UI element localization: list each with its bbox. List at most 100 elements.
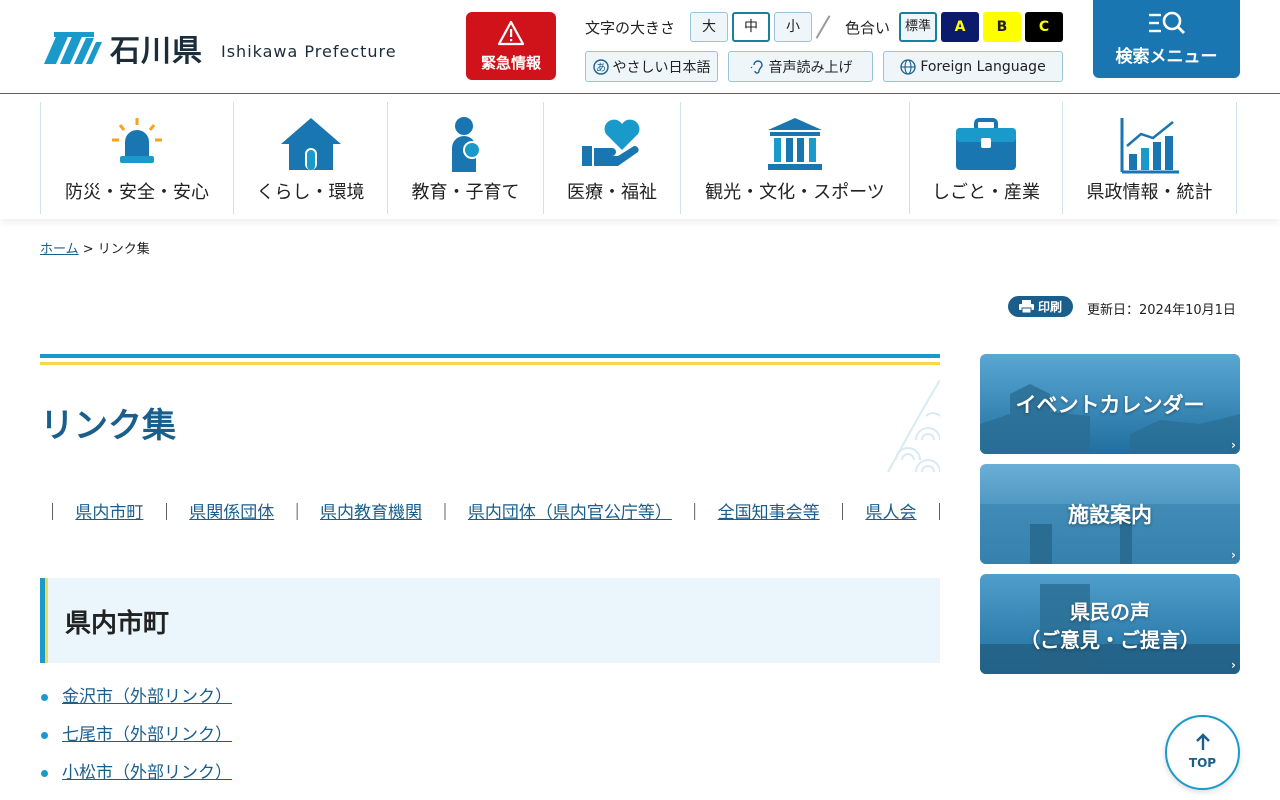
- banner-label: イベントカレンダー: [1015, 393, 1205, 417]
- nav-label: 観光・文化・スポーツ: [705, 182, 885, 203]
- anchor-link-related-orgs[interactable]: 県関係団体: [189, 503, 274, 523]
- list-item: 小松市（外部リンク）: [40, 760, 232, 798]
- anchor-link-government-offices[interactable]: 県内団体（県内官公庁等）: [468, 503, 672, 523]
- anchor-separator: ｜: [686, 503, 704, 523]
- anchor-separator: ｜: [288, 503, 306, 523]
- external-link[interactable]: 金沢市（外部リンク）: [62, 687, 232, 707]
- breadcrumb: ホーム > リンク集: [40, 238, 150, 257]
- siren-icon: [112, 118, 162, 163]
- font-size-medium-button[interactable]: 中: [732, 12, 770, 42]
- anchor-link-municipalities[interactable]: 県内市町: [75, 503, 143, 523]
- external-link[interactable]: 小松市（外部リンク）: [62, 763, 232, 783]
- printer-icon: [1018, 300, 1034, 313]
- ishikawa-logo-icon: [44, 32, 102, 64]
- chevron-right-icon: ›: [1231, 658, 1236, 672]
- foreign-language-button[interactable]: Foreign Language: [883, 51, 1063, 82]
- briefcase-icon: [956, 118, 1016, 170]
- nav-item-work-industry[interactable]: しごと・産業: [909, 102, 1062, 214]
- anchor-link-education[interactable]: 県内教育機関: [320, 503, 422, 523]
- breadcrumb-current: リンク集: [97, 242, 150, 257]
- search-menu-button[interactable]: 検索メニュー: [1093, 0, 1240, 78]
- wave-pattern-decoration: [887, 380, 940, 472]
- nav-label: しごと・産業: [932, 182, 1040, 203]
- anchor-separator: ｜: [834, 503, 852, 523]
- section-heading: 県内市町: [40, 578, 940, 663]
- house-icon: [280, 118, 341, 170]
- color-c-button[interactable]: C: [1025, 12, 1063, 42]
- list-item: 金沢市（外部リンク）: [40, 684, 232, 722]
- easy-japanese-icon: あ: [592, 58, 609, 75]
- site-header: 石川県 Ishikawa Prefecture 緊急情報 文字の大きさ 大 中 …: [0, 0, 1280, 94]
- logo-text-ja: 石川県: [110, 34, 203, 69]
- nav-label: 医療・福祉: [567, 182, 657, 203]
- nav-label: 防災・安全・安心: [65, 182, 209, 203]
- nav-item-disaster-safety[interactable]: 防災・安全・安心: [40, 102, 233, 214]
- museum-icon: [768, 118, 822, 170]
- color-standard-button[interactable]: 標準: [899, 12, 937, 42]
- color-scheme-label: 色合い: [845, 19, 891, 37]
- heart-hand-icon: [582, 119, 640, 166]
- anchor-separator: ｜: [157, 503, 175, 523]
- facility-guide-banner[interactable]: 施設案内 ›: [980, 464, 1240, 564]
- breadcrumb-separator: >: [78, 242, 98, 257]
- citizens-voice-banner[interactable]: 県民の声 （ご意見・ご提言） ›: [980, 574, 1240, 674]
- print-button[interactable]: 印刷: [1008, 296, 1073, 317]
- warning-icon: [497, 20, 525, 46]
- nav-item-education-childcare[interactable]: 教育・子育て: [387, 102, 543, 214]
- read-aloud-label: 音声読み上げ: [768, 59, 853, 76]
- font-size-small-button[interactable]: 小: [774, 12, 812, 42]
- ear-icon: [750, 59, 763, 74]
- color-b-button[interactable]: B: [983, 12, 1021, 42]
- search-menu-icon: [1148, 11, 1185, 34]
- parent-child-icon: [451, 117, 481, 172]
- anchor-link-governors-assoc[interactable]: 全国知事会等: [718, 503, 820, 523]
- top-label: TOP: [1188, 756, 1217, 770]
- page-title: リンク集: [40, 406, 176, 446]
- easy-japanese-label: やさしい日本語: [612, 59, 711, 76]
- globe-icon: [900, 58, 916, 75]
- chevron-right-icon: ›: [1231, 548, 1236, 562]
- svg-text:あ: あ: [596, 62, 606, 74]
- external-link[interactable]: 七尾市（外部リンク）: [62, 725, 232, 745]
- anchor-separator: ｜: [930, 503, 948, 523]
- banner-label-line2: （ご意見・ご提言）: [1020, 628, 1200, 652]
- section-title: 県内市町: [65, 609, 170, 639]
- font-size-large-button[interactable]: 大: [690, 12, 728, 42]
- nav-item-tourism-culture-sports[interactable]: 観光・文化・スポーツ: [680, 102, 909, 214]
- easy-japanese-button[interactable]: あ やさしい日本語: [585, 51, 718, 82]
- nav-label: 教育・子育て: [411, 182, 520, 203]
- event-calendar-banner[interactable]: イベントカレンダー ›: [980, 354, 1240, 454]
- site-logo[interactable]: 石川県 Ishikawa Prefecture: [40, 26, 397, 70]
- nav-item-medical-welfare[interactable]: 医療・福祉: [543, 102, 680, 214]
- anchor-separator: ｜: [44, 503, 61, 523]
- read-aloud-button[interactable]: 音声読み上げ: [728, 51, 873, 82]
- arrow-up-icon: [1195, 733, 1210, 750]
- banner-label: 施設案内: [1068, 503, 1152, 527]
- search-menu-label: 検索メニュー: [1115, 47, 1218, 67]
- foreign-language-label: Foreign Language: [920, 58, 1046, 75]
- anchor-links: ｜ 県内市町 ｜ 県関係団体 ｜ 県内教育機関 ｜ 県内団体（県内官公庁等） ｜…: [40, 498, 957, 523]
- anchor-separator: ｜: [436, 503, 454, 523]
- breadcrumb-home-link[interactable]: ホーム: [40, 242, 79, 257]
- divider: [815, 15, 831, 39]
- print-label: 印刷: [1037, 300, 1062, 314]
- municipality-link-list: 金沢市（外部リンク） 七尾市（外部リンク） 小松市（外部リンク）: [40, 684, 232, 798]
- font-size-label: 文字の大きさ: [585, 19, 676, 37]
- nav-item-prefectural-admin-stats[interactable]: 県政情報・統計: [1062, 102, 1237, 214]
- page-title-block: リンク集: [40, 354, 940, 472]
- nav-label: くらし・環境: [256, 182, 365, 203]
- list-item: 七尾市（外部リンク）: [40, 722, 232, 760]
- nav-label: 県政情報・統計: [1086, 182, 1213, 203]
- emergency-label: 緊急情報: [480, 54, 541, 72]
- bar-chart-icon: [1120, 118, 1179, 174]
- back-to-top-button[interactable]: TOP: [1165, 715, 1240, 790]
- chevron-right-icon: ›: [1231, 438, 1236, 452]
- banner-label-line1: 県民の声: [1070, 600, 1150, 624]
- emergency-info-button[interactable]: 緊急情報: [466, 12, 556, 80]
- color-a-button[interactable]: A: [941, 12, 979, 42]
- nav-item-living-environment[interactable]: くらし・環境: [233, 102, 387, 214]
- anchor-link-kenjinkai[interactable]: 県人会: [865, 503, 916, 523]
- logo-text-en: Ishikawa Prefecture: [221, 41, 397, 61]
- updated-date: 更新日：2024年10月1日: [1087, 303, 1236, 318]
- global-nav: 防災・安全・安心 くらし・環境 教育・子育て 医療・福祉 観光・文化・スポーツ …: [0, 95, 1280, 219]
